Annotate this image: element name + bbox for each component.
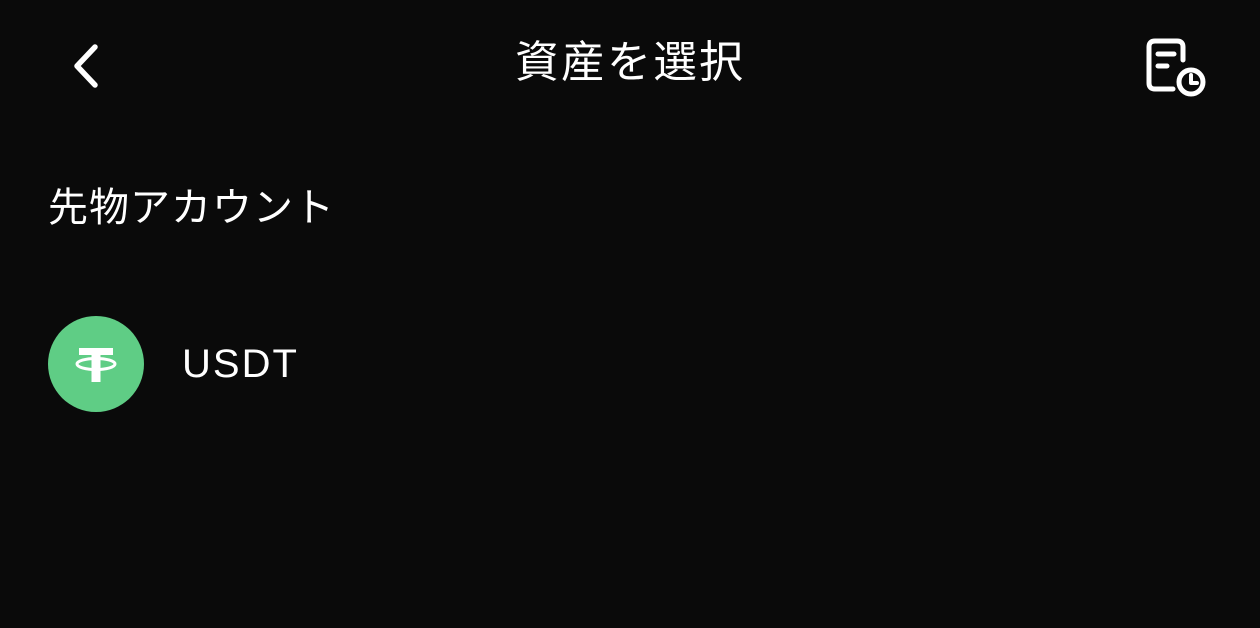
history-button[interactable] bbox=[1136, 30, 1220, 106]
tether-icon bbox=[48, 316, 144, 412]
back-button[interactable] bbox=[52, 30, 118, 102]
chevron-left-icon bbox=[74, 44, 98, 88]
page-title: 資産を選択 bbox=[515, 37, 745, 88]
header-bar: 資産を選択 bbox=[0, 0, 1260, 126]
asset-symbol: USDT bbox=[182, 341, 299, 386]
document-clock-icon bbox=[1146, 38, 1206, 97]
asset-row-usdt[interactable]: USDT bbox=[30, 302, 1230, 426]
section-label-futures-account: 先物アカウント bbox=[48, 185, 335, 231]
select-asset-screen: 資産を選択 先物アカウント USDT bbox=[0, 0, 1260, 628]
